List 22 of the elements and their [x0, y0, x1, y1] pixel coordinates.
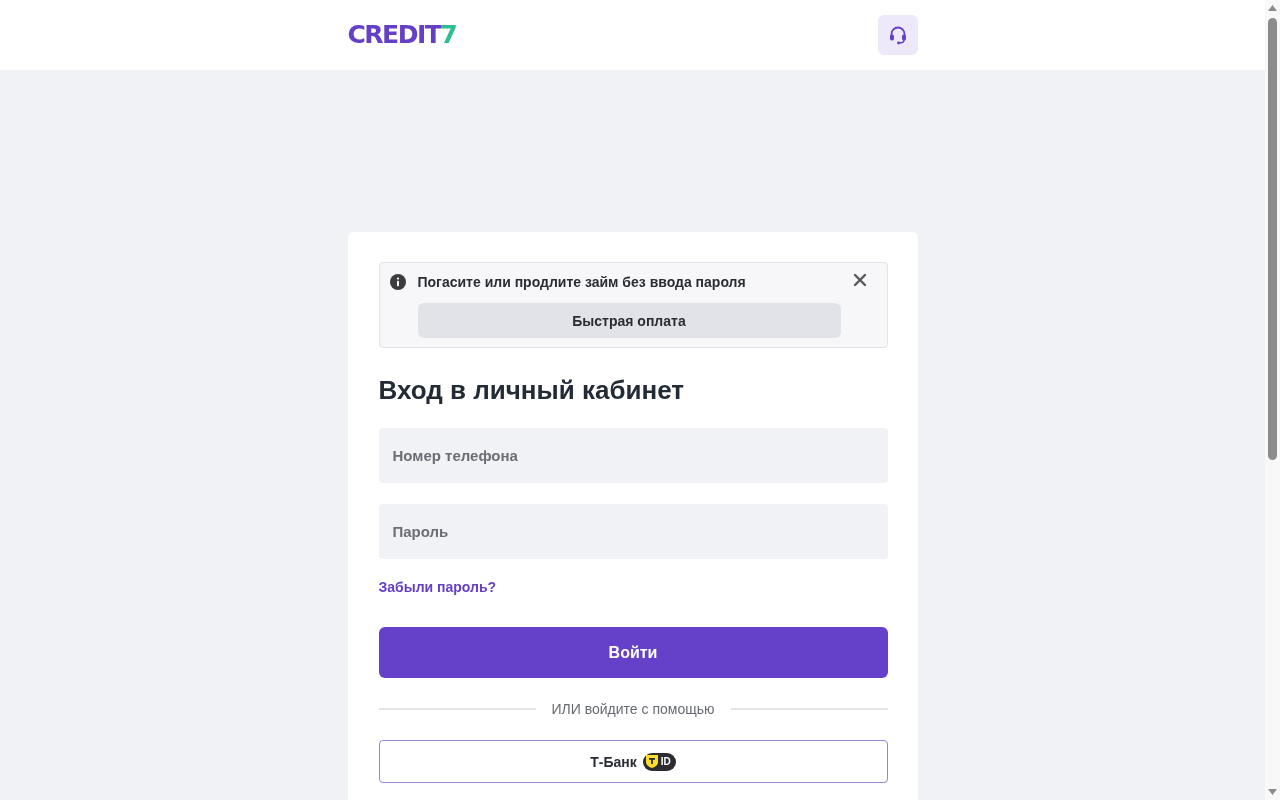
headset-icon: [887, 25, 908, 45]
scroll-down-icon[interactable]: [1268, 789, 1277, 795]
shield-icon: [645, 755, 658, 768]
info-icon: [389, 274, 406, 290]
notice-text: Погасите или продлите займ без ввода пароля: [417, 273, 747, 292]
scroll-up-icon[interactable]: [1268, 5, 1277, 11]
support-button[interactable]: [877, 15, 918, 55]
divider-text: ИЛИ войдите с помощью: [551, 700, 715, 719]
input-field[interactable]: Пароль: [378, 504, 888, 559]
login-button[interactable]: Войти: [378, 627, 888, 678]
close-icon: [852, 273, 867, 287]
close-button[interactable]: [852, 273, 867, 287]
login-title: Вход в личный кабинет: [378, 374, 685, 407]
logo[interactable]: CREDIT7: [347, 20, 457, 50]
scrollbar-thumb[interactable]: [1268, 18, 1277, 460]
tbank-label: Т-Банк: [590, 753, 637, 770]
input-field[interactable]: Номер телефона: [378, 428, 888, 483]
scrollbar[interactable]: [1265, 0, 1280, 800]
tbank-login-button[interactable]: Т-Банк ID: [378, 740, 888, 783]
forgot-password-link[interactable]: Забыли пароль?: [378, 577, 497, 597]
quick-pay-button[interactable]: Быстрая оплата: [417, 303, 841, 338]
id-badge: ID: [642, 752, 676, 771]
